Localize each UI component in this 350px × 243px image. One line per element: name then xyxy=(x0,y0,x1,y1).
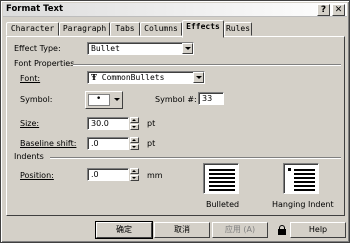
tab-paragraph[interactable]: Paragraph xyxy=(59,22,110,36)
spin-up-icon[interactable] xyxy=(130,137,139,143)
hanging-indent-option[interactable] xyxy=(283,163,319,194)
help-button-label: Help xyxy=(308,225,328,234)
baseline-shift-spinner[interactable] xyxy=(130,137,139,150)
baseline-shift-unit: pt xyxy=(147,139,156,148)
spin-down-icon[interactable] xyxy=(130,124,139,130)
hanging-indent-label: Hanging Indent xyxy=(272,200,334,209)
font-properties-divider xyxy=(73,64,341,66)
format-text-dialog: Format Text ? ✕ Character Paragraph Tabs… xyxy=(0,0,350,243)
chevron-down-icon[interactable] xyxy=(193,72,204,83)
position-spinner[interactable] xyxy=(130,168,139,181)
bullet-symbol-glyph: • xyxy=(96,94,102,104)
symbol-label: Symbol: xyxy=(20,95,53,104)
bulleted-label: Bulleted xyxy=(206,200,240,209)
font-label: Font: xyxy=(20,74,41,83)
font-value: CommonBullets xyxy=(101,73,165,82)
effect-type-label: Effect Type: xyxy=(14,44,61,53)
close-button[interactable]: ✕ xyxy=(332,4,345,16)
tab-columns[interactable]: Columns xyxy=(140,22,182,36)
tab-effects[interactable]: Effects xyxy=(182,20,224,38)
baseline-shift-label: Baseline shift: xyxy=(20,139,77,148)
spin-down-icon[interactable] xyxy=(130,144,139,150)
apply-button[interactable]: 应用 (A) xyxy=(212,222,268,238)
ok-button[interactable]: 确定 xyxy=(95,221,153,239)
spin-up-icon[interactable] xyxy=(130,168,139,174)
spin-down-icon[interactable] xyxy=(130,175,139,181)
effect-type-select[interactable]: Bullet xyxy=(87,42,194,55)
help-button[interactable]: Help xyxy=(290,222,346,238)
tab-rules[interactable]: Rules xyxy=(224,22,252,36)
lock-icon[interactable] xyxy=(278,225,286,235)
symbol-number-label: Symbol #: xyxy=(155,95,197,104)
font-properties-label: Font Properties xyxy=(14,59,75,68)
position-label: Position: xyxy=(20,171,54,180)
spin-up-icon[interactable] xyxy=(130,117,139,123)
bulleted-indent-option[interactable] xyxy=(203,163,239,194)
baseline-shift-field[interactable]: .0 xyxy=(87,137,129,150)
indents-divider xyxy=(50,157,341,159)
symbol-number-field[interactable]: 33 xyxy=(198,92,224,105)
size-label: Size: xyxy=(20,119,40,128)
symbol-preview: • xyxy=(88,94,110,106)
size-spinner[interactable] xyxy=(130,117,139,130)
symbol-picker-button[interactable]: • xyxy=(85,91,123,109)
size-unit: pt xyxy=(147,119,156,128)
chevron-down-icon xyxy=(114,98,120,101)
help-title-button[interactable]: ? xyxy=(317,4,330,16)
effect-type-value: Bullet xyxy=(91,44,120,53)
position-unit: mm xyxy=(147,171,163,180)
size-field[interactable]: 30.0 xyxy=(87,117,129,130)
bullet-dot xyxy=(288,168,291,171)
window-title: Format Text xyxy=(6,4,64,14)
cancel-button[interactable]: 取消 xyxy=(154,222,210,238)
tab-tabs[interactable]: Tabs xyxy=(110,22,140,36)
title-bar: Format Text ? ✕ xyxy=(3,3,347,17)
tab-character[interactable]: Character xyxy=(6,22,59,36)
font-select[interactable]: Ŧ CommonBullets xyxy=(87,71,205,84)
chevron-down-icon[interactable] xyxy=(182,43,193,54)
truetype-font-icon: Ŧ xyxy=(91,72,97,82)
indents-label: Indents xyxy=(14,152,44,161)
position-field[interactable]: .0 xyxy=(87,168,129,181)
